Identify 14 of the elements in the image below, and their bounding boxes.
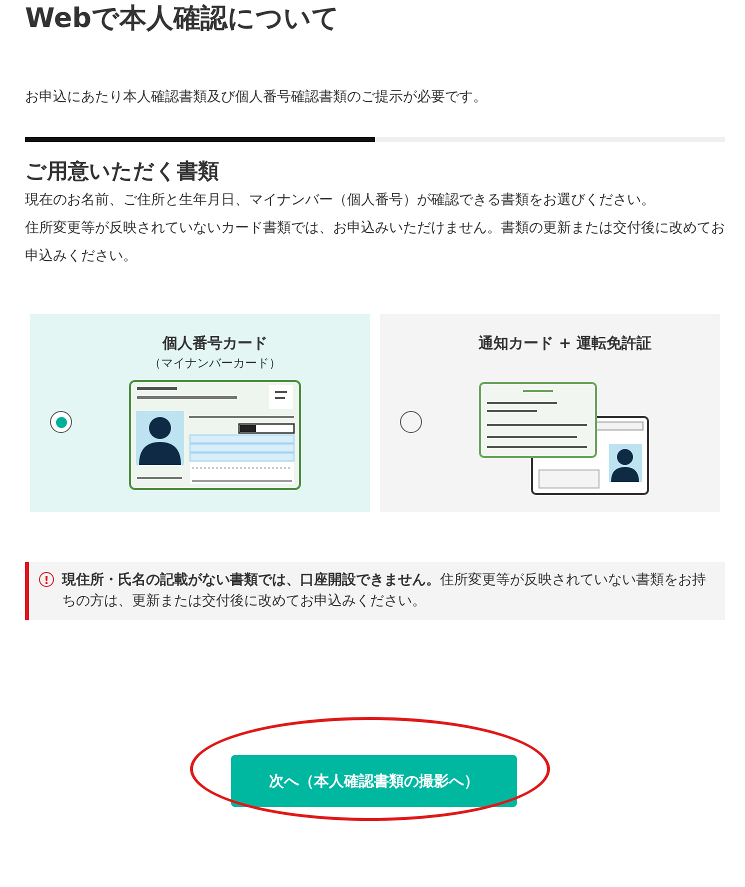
page-title: Webで本人確認について	[25, 2, 340, 36]
description-text: 住所変更等が反映されていないカード書類では、お申込みいただけません。書類の更新または交付後に改めてお申込みください。	[25, 219, 725, 266]
radio-button[interactable]	[50, 411, 72, 433]
radio-button[interactable]	[400, 411, 422, 433]
option-title: 個人番号カード	[162, 333, 268, 354]
warning-text: 現住所・氏名の記載がない書類では、口座開設できません。住所変更等が反映されていない書類をお持ちの方は、更新または交付後に改めてお申込みください。	[62, 570, 707, 611]
warning-icon: !	[39, 572, 54, 587]
option-title: 通知カード + 運転免許証	[478, 333, 652, 354]
document-option-card[interactable]: 通知カード + 運転免許証	[380, 314, 720, 512]
option-subtitle: （マイナンバーカード）	[149, 355, 281, 372]
intro-text: お申込にあたり本人確認書類及び個人番号確認書類のご提示が必要です。	[25, 88, 488, 107]
section-title: ご用意いただく書類	[25, 158, 220, 185]
document-option-card[interactable]: 個人番号カード （マイナンバーカード）	[30, 314, 370, 512]
description-text: 現在のお名前、ご住所と生年月日、マイナンバー（個人番号）が確認できる書類をお選びください。	[25, 191, 656, 210]
